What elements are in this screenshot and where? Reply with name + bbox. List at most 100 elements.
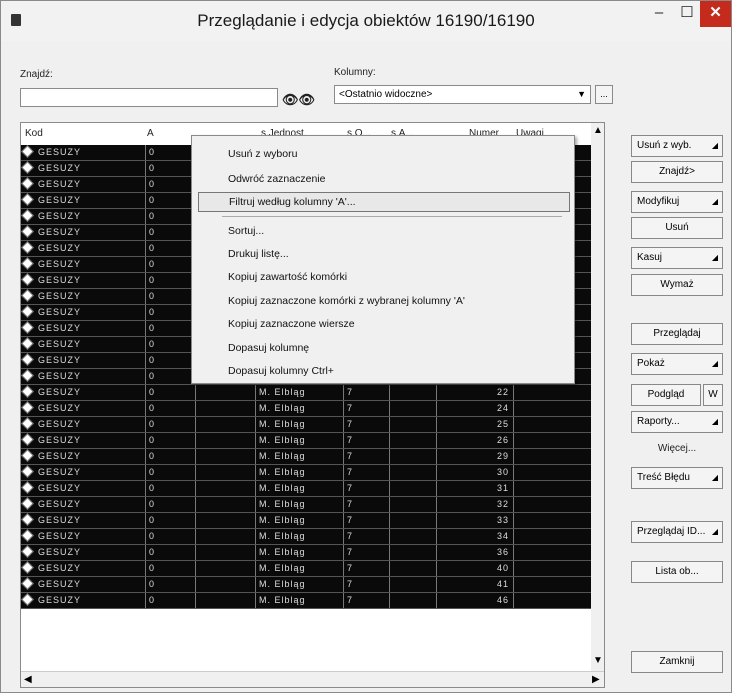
cell-sa[interactable] [389,593,436,608]
preview-button[interactable]: Podgląd [631,384,701,406]
cell-kod[interactable]: GESUZY [35,369,145,384]
close-button[interactable]: ✕ [700,1,731,27]
cell-jednostka[interactable]: M. Elbląg [255,561,343,576]
cell-jednostka[interactable]: M. Elbląg [255,593,343,608]
cell-jednostka[interactable]: M. Elbląg [255,545,343,560]
cell-sa[interactable] [389,385,436,400]
menu-item-usun-z-wyboru[interactable]: Usuń z wyboru [198,144,570,164]
cell-o[interactable]: 7 [343,593,389,608]
cell-kod[interactable]: GESUZY [35,145,145,160]
cell-a[interactable]: 0 [145,513,195,528]
cell-kod[interactable]: GESUZY [35,305,145,320]
cell-kod[interactable]: GESUZY [35,225,145,240]
cell-a[interactable]: 0 [145,225,195,240]
cell-uwagi[interactable] [513,417,591,432]
table-row[interactable]: GESUZY 0 M. Elbląg 7 25 [21,417,591,433]
cell-a[interactable]: 0 [145,337,195,352]
cell-a[interactable]: 0 [145,529,195,544]
delete-button[interactable]: Usuń [631,217,723,239]
scroll-left-icon[interactable]: ◀ [24,674,32,685]
cell-sa[interactable] [389,497,436,512]
more-link[interactable]: Więcej... [631,443,723,454]
cell-uwagi[interactable] [513,385,591,400]
table-row[interactable]: GESUZY 0 M. Elbląg 7 33 [21,513,591,529]
cell-jednostka[interactable]: M. Elbląg [255,433,343,448]
search-input[interactable] [20,88,278,107]
cell-a[interactable]: 0 [145,289,195,304]
cell-a[interactable]: 0 [145,481,195,496]
cell-a[interactable]: 0 [145,577,195,592]
cell-jednostka[interactable]: M. Elbląg [255,497,343,512]
cell-kod[interactable]: GESUZY [35,385,145,400]
cell-kod[interactable]: GESUZY [35,289,145,304]
cell-a[interactable]: 0 [145,433,195,448]
cell-kod[interactable]: GESUZY [35,193,145,208]
menu-item-kopiuj-wiersze[interactable]: Kopiuj zaznaczone wiersze [198,314,570,334]
header-kod[interactable]: Kod [25,128,43,139]
cell-jednostka[interactable]: M. Elbląg [255,417,343,432]
cell-kod[interactable]: GESUZY [35,433,145,448]
cell-a[interactable]: 0 [145,241,195,256]
cell-uwagi[interactable] [513,545,591,560]
cell-o[interactable]: 7 [343,513,389,528]
cell-o[interactable]: 7 [343,529,389,544]
cell-jednostka[interactable]: M. Elbląg [255,401,343,416]
find-next-button[interactable]: Znajdź> [631,161,723,183]
w-button[interactable]: W [703,384,723,406]
columns-more-button[interactable]: ... [595,85,613,104]
cell-kod[interactable]: GESUZY [35,209,145,224]
cell-sa[interactable] [389,465,436,480]
menu-item-filtruj[interactable]: Filtruj według kolumny 'A'... [198,192,570,212]
cell-a[interactable]: 0 [145,385,195,400]
table-row[interactable]: GESUZY 0 M. Elbląg 7 34 [21,529,591,545]
cell-jednostka[interactable]: M. Elbląg [255,529,343,544]
cell-o[interactable]: 7 [343,433,389,448]
cell-uwagi[interactable] [513,561,591,576]
minimize-button[interactable]: – [644,1,674,27]
cell-empty[interactable] [195,449,255,464]
menu-item-dopasuj-kolumne[interactable]: Dopasuj kolumnę [198,338,570,358]
cell-kod[interactable]: GESUZY [35,577,145,592]
header-a[interactable]: A [147,128,154,139]
cell-numer[interactable]: 24 [436,401,513,416]
cell-kod[interactable]: GESUZY [35,177,145,192]
cell-numer[interactable]: 30 [436,465,513,480]
cell-a[interactable]: 0 [145,417,195,432]
cell-sa[interactable] [389,513,436,528]
cell-sa[interactable] [389,433,436,448]
cell-empty[interactable] [195,385,255,400]
cell-kod[interactable]: GESUZY [35,497,145,512]
erase-button[interactable]: Wymaż [631,274,723,296]
reports-button[interactable]: Raporty... ◢ [631,411,723,433]
cell-a[interactable]: 0 [145,369,195,384]
cell-o[interactable]: 7 [343,577,389,592]
cell-numer[interactable]: 46 [436,593,513,608]
cell-empty[interactable] [195,433,255,448]
show-button[interactable]: Pokaż ◢ [631,353,723,375]
cell-sa[interactable] [389,561,436,576]
menu-item-kopiuj-komorke[interactable]: Kopiuj zawartość komórki [198,267,570,287]
menu-item-dopasuj-kolumny[interactable]: Dopasuj kolumny Ctrl+ [198,361,570,381]
cell-sa[interactable] [389,577,436,592]
cell-kod[interactable]: GESUZY [35,257,145,272]
cell-empty[interactable] [195,465,255,480]
table-row[interactable]: GESUZY 0 M. Elbląg 7 36 [21,545,591,561]
error-text-button[interactable]: Treść Błędu ◢ [631,467,723,489]
cell-a[interactable]: 0 [145,497,195,512]
cell-empty[interactable] [195,529,255,544]
scroll-down-icon[interactable]: ▼ [593,655,603,666]
cell-o[interactable]: 7 [343,401,389,416]
cell-numer[interactable]: 33 [436,513,513,528]
cell-a[interactable]: 0 [145,401,195,416]
cell-a[interactable]: 0 [145,273,195,288]
cell-a[interactable]: 0 [145,161,195,176]
table-row[interactable]: GESUZY 0 M. Elbląg 7 46 [21,593,591,609]
cell-jednostka[interactable]: M. Elbląg [255,465,343,480]
cell-sa[interactable] [389,481,436,496]
table-row[interactable]: GESUZY 0 M. Elbląg 7 24 [21,401,591,417]
cell-sa[interactable] [389,449,436,464]
table-row[interactable]: GESUZY 0 M. Elbląg 7 32 [21,497,591,513]
cell-a[interactable]: 0 [145,209,195,224]
table-row[interactable]: GESUZY 0 M. Elbląg 7 26 [21,433,591,449]
cell-jednostka[interactable]: M. Elbląg [255,577,343,592]
